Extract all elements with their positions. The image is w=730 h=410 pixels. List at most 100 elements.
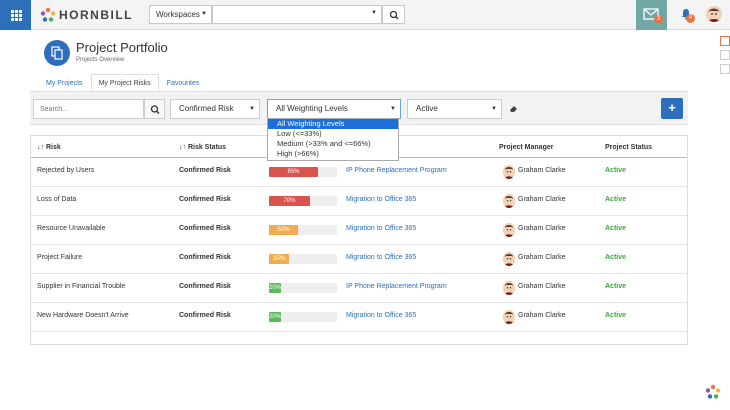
manager-avatar: [503, 194, 515, 208]
sort-icon: ↓↑: [37, 144, 46, 151]
add-risk-button[interactable]: +: [661, 98, 683, 119]
global-search-button[interactable]: [382, 5, 405, 24]
project-status: Active: [605, 254, 627, 261]
sort-icon: ↓↑: [179, 144, 188, 151]
side-panel-tabs: [720, 36, 730, 78]
eraser-icon: [510, 106, 517, 112]
workspace-search-input[interactable]: ▼: [212, 5, 382, 24]
hornbill-logo[interactable]: HORNBILL: [40, 7, 133, 23]
top-bar: HORNBILL Workspaces ▼ ▼ 3 4: [0, 0, 730, 30]
hornbill-logo-icon: [705, 384, 721, 399]
risk-status: Confirmed Risk: [179, 283, 231, 290]
project-manager-name: Graham Clarke: [518, 167, 566, 174]
project-manager-name: Graham Clarke: [518, 196, 566, 203]
search-icon: [150, 105, 160, 114]
hornbill-corner-logo[interactable]: [705, 384, 721, 402]
table-row[interactable]: Resource Unavailable Confirmed Risk 50% Mig…: [31, 216, 687, 245]
risk-name[interactable]: Project Failure: [37, 254, 82, 261]
risk-weighting-bar: 20%: [269, 283, 337, 293]
column-header-risk-status[interactable]: ↓↑ Risk Status: [179, 144, 226, 151]
user-avatar-image: [706, 6, 722, 22]
risk-search-button[interactable]: [144, 99, 165, 119]
risk-weighting-fill: 20%: [269, 283, 282, 293]
caret-down-icon: ▼: [249, 106, 255, 112]
risk-name[interactable]: Resource Unavailable: [37, 225, 105, 232]
project-status: Active: [605, 167, 627, 174]
risk-status-select-value: Confirmed Risk: [179, 104, 234, 113]
page-title: Project Portfolio: [76, 40, 168, 55]
risk-weighting-fill: 85%: [269, 167, 318, 177]
manager-avatar: [503, 281, 515, 295]
risk-weighting-fill: 70%: [269, 196, 310, 206]
project-status: Active: [605, 283, 627, 290]
risk-weighting-fill: 50%: [269, 225, 298, 235]
project-link[interactable]: Migration to Office 365: [346, 312, 416, 319]
side-tab-note-icon[interactable]: [720, 64, 730, 74]
table-row[interactable]: Loss of Data Confirmed Risk 70% Migration t…: [31, 187, 687, 216]
risk-weighting-bar: 20%: [269, 312, 337, 322]
table-row[interactable]: Rejected by Users Confirmed Risk 85% IP Pho…: [31, 158, 687, 187]
page-subtitle: Projects Overview: [76, 57, 125, 63]
brand-name: HORNBILL: [59, 8, 133, 22]
table-row[interactable]: Project Failure Confirmed Risk 35% Migratio…: [31, 245, 687, 274]
weighting-option-low[interactable]: Low (<=33%): [268, 129, 398, 139]
user-avatar[interactable]: [706, 6, 722, 22]
weighting-option-medium[interactable]: Medium (>33% and <=66%): [268, 139, 398, 149]
project-status: Active: [605, 196, 627, 203]
project-manager-name: Graham Clarke: [518, 312, 566, 319]
weighting-option-all[interactable]: All Weighting Levels: [268, 119, 398, 129]
side-tab-timeline-icon[interactable]: [720, 36, 730, 46]
caret-down-icon: ▼: [491, 106, 497, 112]
project-link[interactable]: Migration to Office 365: [346, 254, 416, 261]
portfolio-icon: [51, 46, 63, 60]
project-status-select[interactable]: Active ▼: [407, 99, 502, 119]
project-status: Active: [605, 312, 627, 319]
caret-down-icon: ▼: [371, 10, 377, 16]
risk-status: Confirmed Risk: [179, 167, 231, 174]
column-header-project-manager[interactable]: Project Manager: [499, 144, 553, 151]
risk-name[interactable]: Rejected by Users: [37, 167, 94, 174]
project-status-select-value: Active: [416, 104, 438, 113]
risk-weighting-bar: 85%: [269, 167, 337, 177]
risk-name[interactable]: Loss of Data: [37, 196, 76, 203]
risk-weighting-bar: 50%: [269, 225, 337, 235]
table-row[interactable]: Supplier in Financial Trouble Confirmed R…: [31, 274, 687, 303]
mail-icon: [643, 8, 659, 20]
risk-name[interactable]: New Hardware Doesn't Arrive: [37, 312, 129, 319]
risk-search-input[interactable]: [33, 99, 144, 119]
manager-avatar: [503, 252, 515, 266]
project-link[interactable]: Migration to Office 365: [346, 225, 416, 232]
project-portfolio-icon: [44, 40, 70, 66]
project-manager-name: Graham Clarke: [518, 225, 566, 232]
search-icon: [389, 10, 399, 20]
weighting-option-high[interactable]: High (>66%): [268, 149, 398, 159]
column-header-risk[interactable]: ↓↑ Risk: [37, 144, 61, 151]
risk-name[interactable]: Supplier in Financial Trouble: [37, 283, 125, 290]
weighting-select[interactable]: All Weighting Levels ▼: [267, 99, 401, 119]
side-tab-bookmark-icon[interactable]: [720, 50, 730, 60]
notifications-button[interactable]: 4: [680, 8, 695, 23]
workspace-select-label: Workspaces: [156, 10, 200, 19]
tab-my-project-risks[interactable]: My Project Risks: [90, 74, 159, 92]
apps-grid-icon[interactable]: [0, 0, 31, 30]
workspace-select[interactable]: Workspaces ▼: [149, 5, 212, 24]
risk-status-select[interactable]: Confirmed Risk ▼: [170, 99, 260, 119]
table-row[interactable]: New Hardware Doesn't Arrive Confirmed Ris…: [31, 303, 687, 332]
weighting-dropdown-menu: All Weighting Levels Low (<=33%) Medium …: [267, 118, 399, 161]
risk-status: Confirmed Risk: [179, 254, 231, 261]
caret-down-icon: ▼: [390, 106, 396, 112]
manager-avatar: [503, 310, 515, 324]
project-link[interactable]: IP Phone Replacement Program: [346, 167, 447, 174]
mail-button[interactable]: 3: [636, 0, 667, 30]
column-header-project-status[interactable]: Project Status: [605, 144, 652, 151]
weighting-select-value: All Weighting Levels: [276, 104, 348, 113]
clear-filters-button[interactable]: [509, 103, 519, 115]
hornbill-logo-icon: [40, 7, 56, 22]
manager-avatar: [503, 165, 515, 179]
risk-weighting-bar: 70%: [269, 196, 337, 206]
project-link[interactable]: IP Phone Replacement Program: [346, 283, 447, 290]
risk-weighting-fill: 20%: [269, 312, 282, 322]
tab-my-projects[interactable]: My Projects: [38, 74, 91, 92]
project-link[interactable]: Migration to Office 365: [346, 196, 416, 203]
tab-favourites[interactable]: Favourites: [159, 74, 208, 92]
